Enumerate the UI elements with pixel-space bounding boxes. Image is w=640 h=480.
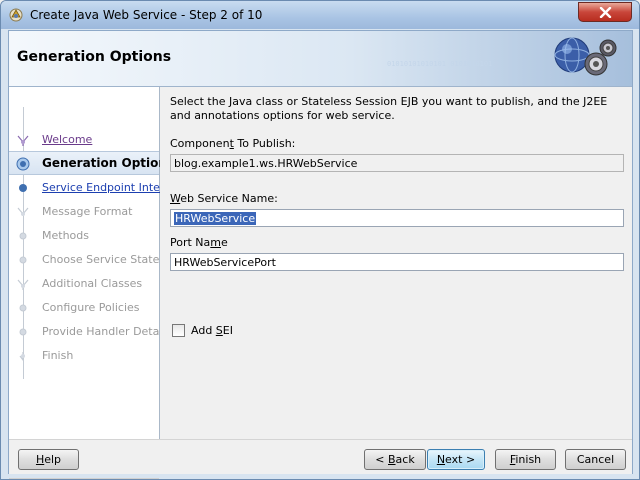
step-available-icon [19,184,27,192]
page-title: Generation Options [17,49,172,65]
add-sei-checkbox[interactable] [172,324,185,337]
step-message-format-label: Message Format [42,205,133,218]
header-decor-binary: 01010101010101 0101010101 [387,60,493,68]
step-disabled-icon [17,207,29,216]
mnemonic: W [170,192,181,205]
step-service-endpoint-label: Service Endpoint Interfa [42,181,176,194]
wizard-header: Generation Options 01010101010101 010101… [9,31,632,87]
next-button[interactable]: Next > [427,449,485,470]
step-methods: Methods [9,224,159,248]
port-name-label: Port Name [170,236,228,249]
web-service-name-input[interactable]: HRWebService [170,209,624,227]
step-disabled-icon [17,279,29,290]
step-finish: Finish [9,344,159,368]
step-provide-handler-details: Provide Handler Details [9,320,171,344]
wizard-footer: Help < Back Next > Finish Cancel [9,439,632,474]
step-generation-options-label: Generation Options [42,156,175,170]
step-visited-icon [17,135,29,146]
step-provide-handler-label: Provide Handler Details [42,325,172,338]
step-disabled-icon [19,256,27,264]
mnemonic: S [215,324,223,337]
step-current-icon [16,157,30,171]
step-disabled-icon [19,352,25,362]
component-to-publish-field[interactable]: blog.example1.ws.HRWebService [170,154,624,172]
web-service-globe-icon [554,37,617,76]
step-configure-policies: Configure Policies [9,296,159,320]
step-welcome[interactable]: Welcome [9,128,159,152]
close-button[interactable] [578,2,632,22]
close-icon [599,7,612,18]
generation-options-panel: Select the Java class or Stateless Sessi… [160,87,632,439]
component-to-publish-label: Component To Publish: [170,137,296,150]
finish-button[interactable]: Finish [495,449,556,470]
step-message-format: Message Format [9,200,159,224]
web-service-name-label: Web Service Name: [170,192,278,205]
step-welcome-label: Welcome [42,133,93,146]
step-methods-label: Methods [42,229,89,242]
cancel-button[interactable]: Cancel [565,449,626,470]
step-additional-classes-label: Additional Classes [42,277,143,290]
title-bar[interactable]: Create Java Web Service - Step 2 of 10 [1,1,639,29]
step-disabled-icon [19,232,27,240]
port-name-input[interactable]: HRWebServicePort [170,253,624,271]
wizard-steps-sidebar: Welcome Generation Options Service Endpo… [9,87,175,479]
step-service-endpoint-interface[interactable]: Service Endpoint Interfa [9,176,175,200]
step-disabled-icon [19,328,27,336]
step-choose-service-state: Choose Service State [9,248,159,272]
step-generation-options[interactable]: Generation Options [9,151,174,175]
step-finish-label: Finish [42,349,74,362]
step-disabled-icon [19,304,27,312]
step-choose-service-state-label: Choose Service State [42,253,160,266]
back-button[interactable]: < Back [364,449,426,470]
help-button[interactable]: Help [18,449,79,470]
selected-text: HRWebService [174,212,257,225]
wizard-client: Generation Options 01010101010101 010101… [8,30,633,479]
mnemonic: m [210,236,221,249]
jdeveloper-app-icon [9,8,23,22]
add-sei-label[interactable]: Add SEI [191,324,233,337]
wizard-window: Create Java Web Service - Step 2 of 10 G… [0,0,640,480]
window-title: Create Java Web Service - Step 2 of 10 [30,8,263,22]
step-configure-policies-label: Configure Policies [42,301,140,314]
step-additional-classes: Additional Classes [9,272,159,296]
panel-description: Select the Java class or Stateless Sessi… [170,95,608,122]
